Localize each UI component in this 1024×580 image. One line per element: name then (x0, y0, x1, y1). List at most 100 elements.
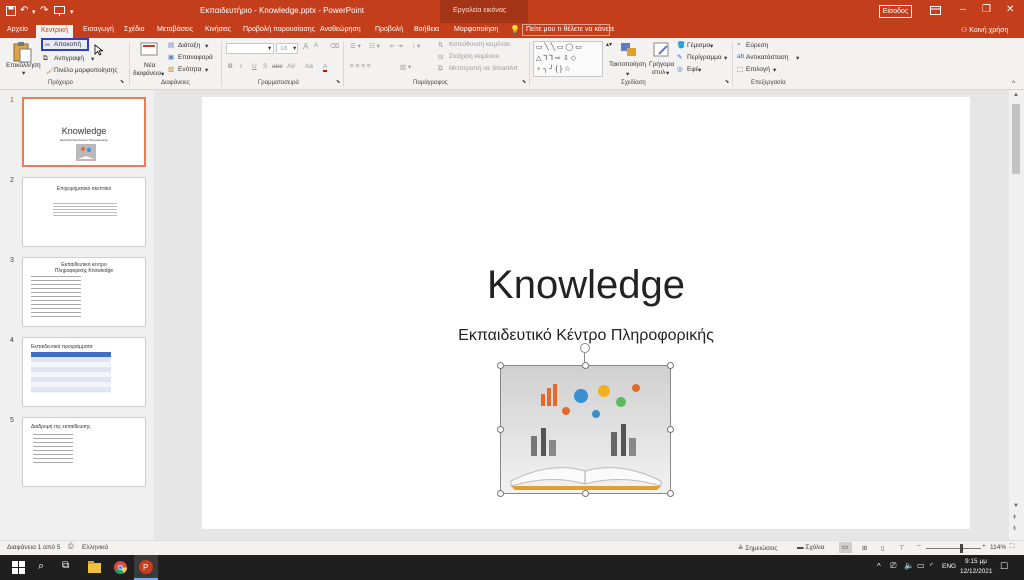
notifications-icon[interactable]: ☐ (1000, 561, 1008, 572)
resize-handle[interactable] (582, 362, 589, 369)
tab-transitions[interactable]: Μεταβάσεις (157, 26, 193, 33)
replace-dropdown-icon[interactable]: ▾ (796, 54, 799, 62)
bullets-icon[interactable]: ☰ ▾ (350, 42, 361, 50)
slide-sorter-icon[interactable]: ⊞ (862, 544, 867, 552)
reset-label[interactable]: Επαναφορά (178, 54, 213, 61)
rotate-handle-icon[interactable] (580, 343, 590, 353)
tab-animations[interactable]: Κινήσεις (205, 26, 231, 33)
new-slide-icon[interactable] (140, 42, 158, 60)
search-icon[interactable]: ⌕ (38, 560, 44, 573)
current-slide[interactable]: Knowledge Εκπαιδευτικό Κέντρο Πληροφορικ… (202, 97, 970, 529)
section-dropdown-icon[interactable]: ▾ (205, 66, 208, 74)
shape-effects-icon[interactable]: ◎ (677, 65, 683, 73)
align-icons[interactable]: ≡ ≡ ≡ ≡ (350, 63, 371, 70)
new-slide-label-2[interactable]: διαφάνεια (133, 70, 161, 77)
thumbnail-slide-2[interactable]: Επιχειρηματικό σκεπτικό (22, 177, 146, 247)
change-case-button[interactable]: Aa (305, 63, 313, 70)
shape-outline-icon[interactable]: ✎ (677, 53, 682, 61)
battery-icon[interactable]: ▭ (917, 561, 925, 570)
task-view-icon[interactable]: ⧉ (62, 560, 69, 571)
find-label[interactable]: Εύρεση (746, 42, 768, 49)
shape-fill-label[interactable]: Γέμισμα (687, 42, 710, 49)
shadow-button[interactable]: S (263, 63, 267, 70)
shapes-scroll-icon[interactable]: ▴▾ (606, 41, 612, 48)
resize-handle[interactable] (667, 490, 674, 497)
copy-dropdown-icon[interactable]: ▾ (91, 55, 94, 63)
select-label[interactable]: Επιλογή (746, 66, 770, 73)
wifi-icon[interactable]: ◜ (930, 561, 933, 570)
ribbon-display-icon[interactable] (930, 6, 941, 15)
copy-label[interactable]: Αντιγραφή (54, 55, 84, 62)
resize-handle[interactable] (667, 426, 674, 433)
section-icon[interactable]: ▥ (168, 65, 174, 73)
paragraph-launcher-icon[interactable]: ⬊ (522, 79, 526, 85)
shapes-gallery[interactable]: ▭ ╲ ╲ ▭ ◯ ▭ △ ⅂ ⅂ ⇨ ⇩ ◇ ♀ ╮ ╯ { } ☆ (533, 41, 603, 77)
clock-time[interactable]: 9:15 μμ (965, 558, 987, 565)
redo-icon[interactable]: ↷ (40, 5, 48, 17)
signin-button[interactable]: Είσοδος (879, 5, 912, 18)
font-launcher-icon[interactable]: ⬊ (336, 79, 340, 85)
shape-effects-label[interactable]: Εφέ (687, 66, 698, 73)
paste-icon[interactable] (13, 41, 33, 63)
font-size-dropdown-icon[interactable]: ▾ (293, 44, 296, 52)
shape-outline-dropdown-icon[interactable]: ▾ (724, 54, 727, 62)
char-spacing-button[interactable]: AV (287, 63, 295, 70)
scrollbar-thumb[interactable] (1012, 104, 1020, 174)
scroll-down-icon[interactable]: ▼ (1013, 503, 1019, 509)
customize-toolbar-icon[interactable]: ▾ (70, 7, 74, 19)
resize-handle[interactable] (497, 490, 504, 497)
clear-formatting-icon[interactable]: ⌫ (330, 42, 339, 50)
windows-start-icon[interactable] (12, 561, 25, 574)
new-slide-label-1[interactable]: Νέα (144, 62, 155, 69)
thumbnail-slide-4[interactable]: Εκπαιδευτικά προγράμματα (22, 337, 146, 407)
replace-icon[interactable]: ab (737, 53, 744, 60)
shape-outline-label[interactable]: Περίγραμμα (687, 54, 722, 61)
shape-fill-dropdown-icon[interactable]: ▾ (710, 42, 713, 50)
zoom-slider-thumb[interactable] (960, 544, 963, 553)
file-explorer-icon[interactable] (88, 561, 101, 574)
language-indicator[interactable]: ENG (942, 563, 956, 570)
resize-handle[interactable] (582, 490, 589, 497)
thumbnail-slide-5[interactable]: Διαδρομή της εκπαίδευσης (22, 417, 146, 487)
selected-picture[interactable] (500, 365, 671, 494)
replace-label[interactable]: Αντικατάσταση (746, 54, 789, 61)
reading-view-icon[interactable]: ▯ (881, 544, 885, 552)
tab-insert[interactable]: Εισαγωγή (83, 26, 114, 33)
tab-view[interactable]: Προβολή (375, 26, 403, 33)
scroll-up-icon[interactable]: ▲ (1013, 92, 1019, 98)
grow-font-icon[interactable]: A (303, 42, 308, 51)
undo-dropdown-icon[interactable]: ▾ (32, 7, 36, 19)
minimize-icon[interactable]: – (960, 4, 966, 15)
find-icon[interactable]: ⌕ (737, 41, 741, 49)
italic-button[interactable]: I (240, 63, 242, 70)
new-slide-dropdown-icon[interactable]: ▾ (161, 70, 164, 78)
tab-help[interactable]: Βοήθεια (414, 26, 439, 33)
powerpoint-taskbar-button[interactable]: P (134, 555, 158, 580)
previous-slide-icon[interactable]: ⇞ (1012, 514, 1017, 521)
align-text-icon[interactable]: ⊟ (438, 53, 443, 61)
clipboard-launcher-icon[interactable]: ⬊ (120, 79, 124, 85)
slide-title[interactable]: Knowledge (202, 263, 970, 308)
fit-slide-icon[interactable]: ⛶ (1010, 543, 1015, 551)
strikethrough-button[interactable]: abc (272, 63, 282, 70)
smartart-icon[interactable]: ⧉ (438, 65, 443, 73)
underline-button[interactable]: U (252, 63, 257, 70)
shape-effects-dropdown-icon[interactable]: ▾ (698, 66, 701, 74)
zoom-slider-track[interactable] (926, 548, 981, 549)
normal-view-button[interactable]: ▭ (839, 542, 852, 553)
collapse-ribbon-icon[interactable]: ^ (1012, 80, 1015, 87)
arrange-icon[interactable] (620, 42, 638, 58)
tab-slideshow[interactable]: Προβολή παρουσίασης (243, 26, 315, 33)
spellcheck-icon[interactable]: ⎙ (68, 543, 74, 551)
zoom-in-icon[interactable]: + (982, 543, 986, 550)
vertical-scrollbar[interactable]: ▲ ▼ ⇞ ⇟ (1009, 90, 1024, 540)
network-icon[interactable]: ⎚ (890, 561, 896, 571)
line-spacing-icon[interactable]: ↕ ▾ (412, 42, 420, 50)
select-dropdown-icon[interactable]: ▾ (773, 66, 776, 74)
shrink-font-icon[interactable]: A (314, 43, 318, 49)
share-button[interactable]: ⚇ Κοινή χρήση (961, 26, 1008, 34)
layout-label[interactable]: Διάταξη (178, 42, 200, 49)
tray-chevron-icon[interactable]: ^ (877, 562, 881, 571)
save-icon[interactable] (6, 6, 16, 16)
zoom-level[interactable]: 114% (990, 544, 1006, 551)
